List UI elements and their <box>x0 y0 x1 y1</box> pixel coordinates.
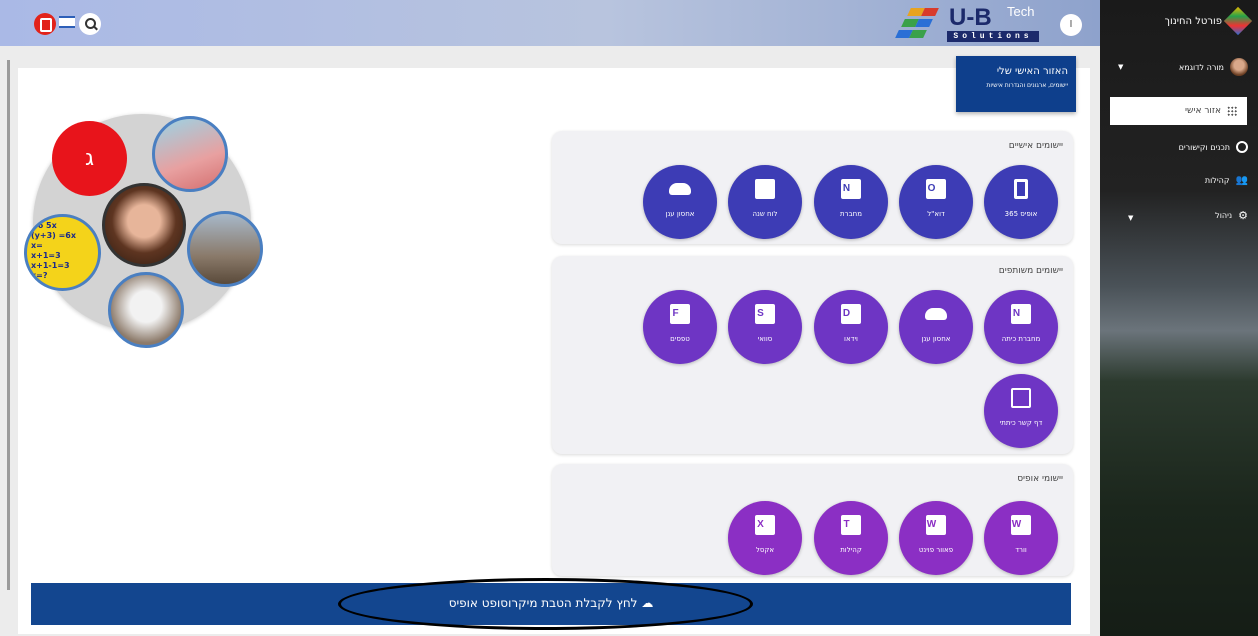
app-label: אקסל <box>755 546 775 554</box>
personal-area-subtitle: יישומים, ארגונים והגדרות אישיות <box>986 82 1068 89</box>
flag-icon[interactable] <box>59 16 75 28</box>
top-bar: U-B Tech Solutions I <box>0 0 1100 46</box>
sidebar-item-label: תכנים וקישורים <box>1178 142 1230 152</box>
group-photo-image[interactable] <box>187 211 263 287</box>
company-logo: U-B Tech Solutions <box>895 4 1049 44</box>
excel-icon: X <box>755 515 775 535</box>
robot-image[interactable] <box>108 272 184 348</box>
app-label: דוא"ל <box>927 210 945 218</box>
office-icon[interactable] <box>34 13 56 35</box>
gear-icon: ⚙ <box>1238 209 1248 222</box>
app-cloud-storage[interactable]: אחסון ענן <box>643 165 717 239</box>
onenote-class-icon: N <box>1011 304 1031 324</box>
app-office365[interactable]: אופיס 365 <box>984 165 1058 239</box>
red-letter-circle[interactable]: ג <box>52 121 127 196</box>
personal-apps-panel: יישומים אישיים אופיס 365 O דוא"ל N מחברת… <box>552 131 1073 244</box>
portal-header[interactable]: פורטל החינוך <box>1164 6 1253 36</box>
app-label: וורד <box>1015 546 1027 554</box>
grid-icon <box>1227 106 1237 116</box>
onedrive-icon <box>925 308 947 320</box>
math-image[interactable]: +6 5x (y+3) =6x x= x+1=3 x+1-1=3 x=? <box>24 214 101 291</box>
chevron-down-icon[interactable]: ▼ <box>1128 214 1133 222</box>
app-powerpoint[interactable]: W פאוור פוינט <box>899 501 973 575</box>
chevron-down-icon[interactable]: ▼ <box>1118 63 1123 71</box>
onedrive-icon <box>669 183 691 195</box>
forms-icon: F <box>670 304 690 324</box>
app-label: פאוור פוינט <box>918 546 954 554</box>
avatar <box>1230 58 1248 76</box>
sidebar-item-content[interactable]: תכנים וקישורים <box>1179 141 1248 153</box>
word-icon: W <box>1011 515 1031 535</box>
app-forms[interactable]: F טפסים <box>643 290 717 364</box>
app-label: טפסים <box>670 335 690 343</box>
word-icon: W <box>926 515 946 535</box>
app-sway[interactable]: S סוואי <box>728 290 802 364</box>
app-label: לוח שנה <box>752 210 778 218</box>
app-teams[interactable]: T קהילות <box>814 501 888 575</box>
teams-icon: T <box>841 515 861 535</box>
panel-title: יישומי אופיס <box>1017 474 1063 484</box>
app-cloud-storage-shared[interactable]: אחסון ענן <box>899 290 973 364</box>
portal-logo-icon <box>1223 6 1253 36</box>
panel-title: יישומים אישיים <box>1008 141 1063 151</box>
onenote-icon: N <box>841 179 861 199</box>
app-word[interactable]: W וורד <box>984 501 1058 575</box>
people-icon: 👥 <box>1235 175 1248 186</box>
woman-portrait-image[interactable] <box>102 183 186 267</box>
panel-title: יישומים משותפים <box>998 266 1063 276</box>
app-label: אחסון ענן <box>665 210 695 218</box>
logo-stripes-icon <box>895 6 945 42</box>
lightbulb-image[interactable] <box>152 116 228 192</box>
sway-icon: S <box>755 304 775 324</box>
office-icon <box>1014 179 1028 199</box>
calendar-icon <box>755 179 775 199</box>
shared-apps-panel: יישומים משותפים N מחברת כיתה אחסון ענן D… <box>552 256 1073 454</box>
stream-icon: D <box>841 304 861 324</box>
portal-title: פורטל החינוך <box>1164 15 1222 27</box>
logo-tech-text: Tech <box>1007 4 1035 19</box>
logo-sub-text: Solutions <box>947 31 1039 42</box>
user-profile[interactable]: מורה לדוגמא <box>1179 58 1248 76</box>
office-apps-panel: יישומי אופיס W וורד W פאוור פוינט T קהיל… <box>552 464 1073 576</box>
app-contact-book[interactable]: דף קשר כיתתי <box>984 374 1058 448</box>
sidebar-item-admin[interactable]: ⚙ ניהול <box>1215 209 1248 222</box>
sidebar-item-label: קהילות <box>1204 176 1230 185</box>
sidebar-item-label: אזור אישי <box>1185 106 1221 116</box>
app-calendar[interactable]: לוח שנה <box>728 165 802 239</box>
app-mail[interactable]: O דוא"ל <box>899 165 973 239</box>
app-label: אחסון ענן <box>921 335 951 343</box>
app-label: מחברת <box>840 210 862 218</box>
user-name: מורה לדוגמא <box>1178 62 1224 72</box>
app-label: מחברת כיתה <box>1001 335 1041 343</box>
math-text: +6 5x (y+3) =6x x= x+1=3 x+1-1=3 x=? <box>31 221 77 280</box>
sidebar-item-personal-area[interactable]: אזור אישי <box>1110 97 1247 125</box>
app-label: קהילות <box>840 546 862 554</box>
scroll-edge <box>7 60 10 590</box>
app-label: וידאו <box>844 335 858 343</box>
app-notebook[interactable]: N מחברת <box>814 165 888 239</box>
outlook-icon: O <box>926 179 946 199</box>
logo-main-text: U-B <box>949 4 992 31</box>
sidebar-item-label: ניהול <box>1215 211 1233 220</box>
personal-area-card[interactable]: האזור האישי שלי יישומים, ארגונים והגדרות… <box>956 56 1076 112</box>
app-excel[interactable]: X אקסל <box>728 501 802 575</box>
user-menu-button[interactable]: I <box>1060 14 1082 36</box>
app-label: סוואי <box>757 335 773 343</box>
app-label: אופיס 365 <box>1004 210 1038 218</box>
search-button[interactable] <box>79 13 101 35</box>
app-video[interactable]: D וידאו <box>814 290 888 364</box>
app-label: דף קשר כיתתי <box>999 419 1043 427</box>
personal-area-title: האזור האישי שלי <box>996 66 1068 77</box>
app-class-notebook[interactable]: N מחברת כיתה <box>984 290 1058 364</box>
globe-icon <box>1236 141 1248 153</box>
sidebar-item-communities[interactable]: 👥 קהילות <box>1205 175 1248 186</box>
sidebar: פורטל החינוך מורה לדוגמא ▼ תכנים וקישורי… <box>1100 0 1258 636</box>
contact-book-icon <box>1011 388 1031 408</box>
highlight-ellipse <box>338 578 753 630</box>
